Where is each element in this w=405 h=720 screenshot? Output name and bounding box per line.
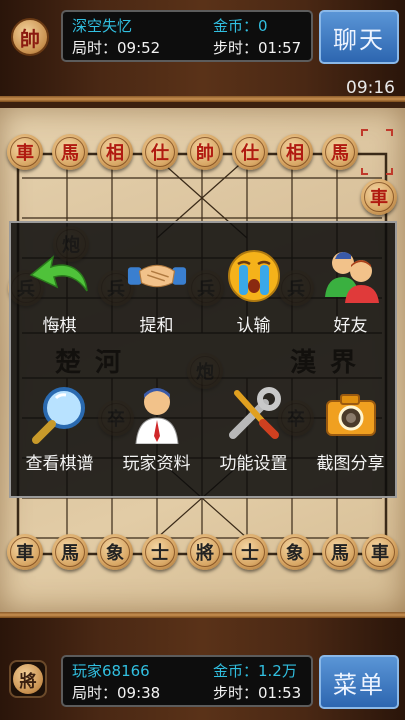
selection-marker	[361, 129, 393, 175]
piece-bottom-1[interactable]: 車	[7, 534, 43, 570]
self-info-panel: 玩家68166 金币：1.2万 局时：09:38 步时：01:53	[61, 655, 313, 707]
piece-bottom-6[interactable]: 士	[232, 534, 268, 570]
friends-label: 好友	[333, 316, 368, 336]
resign-menu-item[interactable]: 认输	[205, 245, 302, 336]
screenshot-share-label: 截图分享	[316, 454, 385, 474]
view-record-menu-item[interactable]: 查看棋谱	[11, 383, 108, 474]
opponent-name: 深空失忆	[72, 17, 133, 35]
opponent-avatar[interactable]: 帥	[11, 18, 49, 56]
piece-bottom-7[interactable]: 象	[277, 534, 313, 570]
piece-bottom-5[interactable]: 將	[187, 534, 223, 570]
piece-top-1[interactable]: 車	[7, 134, 43, 170]
player-profile-menu-item[interactable]: 玩家资料	[108, 383, 205, 474]
piece-top-5[interactable]: 帥	[187, 134, 223, 170]
piece-side-chariot[interactable]: 車	[361, 179, 397, 215]
magnifier-icon	[29, 383, 91, 445]
piece-top-8[interactable]: 馬	[322, 134, 358, 170]
bottom-bar-edge	[0, 612, 405, 618]
piece-top-2[interactable]: 馬	[52, 134, 88, 170]
draw-offer-menu-item[interactable]: 提和	[108, 245, 205, 336]
self-step-time: 步时：01:53	[213, 684, 302, 702]
player-profile-icon	[126, 383, 188, 445]
self-avatar[interactable]: 將	[9, 660, 47, 698]
undo-arrow-icon	[29, 245, 91, 307]
resign-label: 认输	[236, 316, 271, 336]
opponent-info-panel: 深空失忆 金币：0 局时：09:52 步时：01:57	[61, 10, 313, 62]
opponent-coins: 金币：0	[213, 17, 268, 35]
opponent-total-time: 局时：09:52	[72, 39, 161, 57]
piece-bottom-2[interactable]: 馬	[52, 534, 88, 570]
self-total-time: 局时：09:38	[72, 684, 161, 702]
crying-face-icon	[223, 245, 285, 307]
piece-bottom-8[interactable]: 馬	[322, 534, 358, 570]
settings-label: 功能设置	[219, 454, 288, 474]
piece-bottom-3[interactable]: 象	[97, 534, 133, 570]
wrench-screwdriver-icon	[223, 383, 285, 445]
piece-top-7[interactable]: 相	[277, 134, 313, 170]
friends-icon	[320, 245, 382, 307]
draw-offer-label: 提和	[139, 316, 174, 336]
settings-menu-item[interactable]: 功能设置	[205, 383, 302, 474]
undo-label: 悔棋	[42, 316, 77, 336]
self-coins: 金币：1.2万	[213, 662, 297, 680]
piece-bottom-4[interactable]: 士	[142, 534, 178, 570]
view-record-label: 查看棋谱	[25, 454, 94, 474]
player-profile-label: 玩家资料	[122, 454, 191, 474]
friends-menu-item[interactable]: 好友	[302, 245, 399, 336]
handshake-icon	[126, 245, 188, 307]
undo-menu-item[interactable]: 悔棋	[11, 245, 108, 336]
top-bar-edge	[0, 96, 405, 102]
piece-top-4[interactable]: 仕	[142, 134, 178, 170]
chat-button[interactable]: 聊天	[319, 10, 399, 64]
menu-button[interactable]: 菜单	[319, 655, 399, 709]
camera-icon	[320, 383, 382, 445]
piece-top-6[interactable]: 仕	[232, 134, 268, 170]
piece-bottom-9[interactable]: 車	[362, 534, 398, 570]
self-name: 玩家68166	[72, 662, 150, 680]
clock-display: 09:16	[346, 78, 395, 98]
opponent-step-time: 步时：01:57	[213, 39, 302, 57]
piece-top-3[interactable]: 相	[97, 134, 133, 170]
game-menu-overlay: 悔棋 提和 认输 好友 查看棋谱 玩家资料 功能设置 截图分享	[9, 221, 397, 498]
screenshot-share-menu-item[interactable]: 截图分享	[302, 383, 399, 474]
